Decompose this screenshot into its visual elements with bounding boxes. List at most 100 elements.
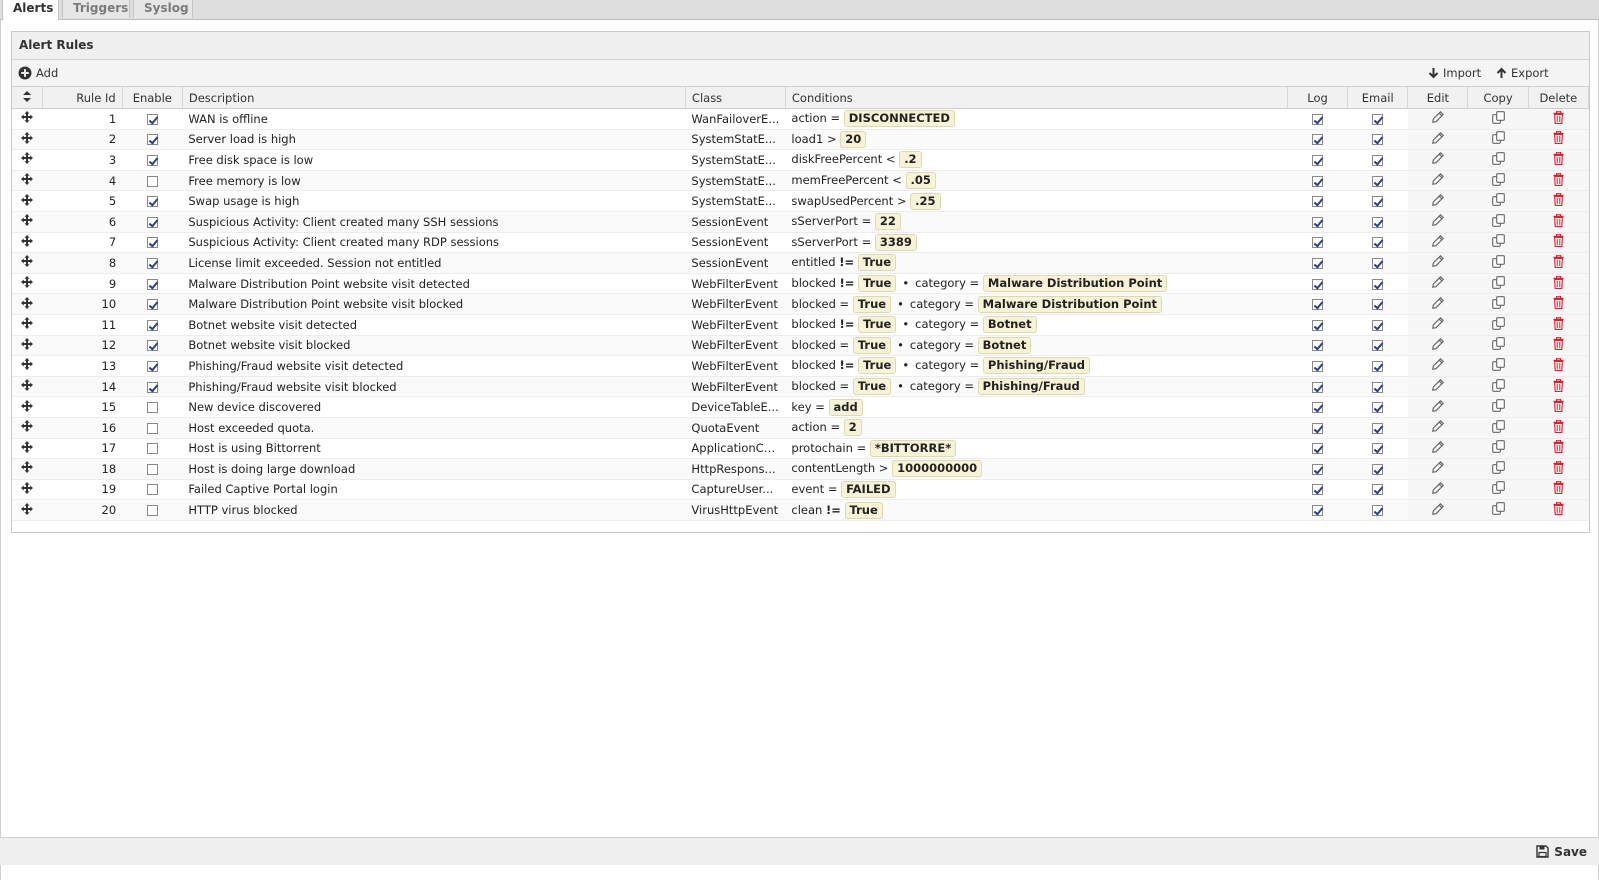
- log-checkbox[interactable]: [1312, 402, 1324, 414]
- pencil-icon[interactable]: [1431, 275, 1444, 291]
- enable-checkbox[interactable]: [146, 113, 158, 125]
- trash-icon[interactable]: [1553, 275, 1564, 292]
- drag-handle[interactable]: [12, 108, 43, 130]
- enable-checkbox[interactable]: [146, 422, 158, 434]
- table-row[interactable]: 13 Phishing/Fraud website visit detected W…: [12, 355, 1589, 377]
- email-checkbox[interactable]: [1372, 154, 1384, 166]
- table-row[interactable]: 20 HTTP virus blocked VirusHttpEvent clean …: [12, 499, 1589, 521]
- pencil-icon[interactable]: [1431, 131, 1444, 147]
- enable-checkbox[interactable]: [146, 505, 158, 517]
- trash-icon[interactable]: [1553, 378, 1564, 395]
- trash-icon[interactable]: [1553, 131, 1564, 147]
- trash-icon[interactable]: [1553, 110, 1564, 127]
- email-checkbox[interactable]: [1372, 299, 1384, 311]
- trash-icon[interactable]: [1553, 192, 1564, 209]
- email-checkbox[interactable]: [1372, 278, 1384, 290]
- column-header-rule-id[interactable]: Rule Id: [42, 87, 123, 109]
- trash-icon[interactable]: [1553, 481, 1564, 497]
- trash-icon[interactable]: [1553, 357, 1564, 374]
- email-checkbox[interactable]: [1372, 237, 1384, 249]
- drag-handle[interactable]: [12, 499, 43, 521]
- email-checkbox[interactable]: [1372, 134, 1384, 146]
- pencil-icon[interactable]: [1431, 296, 1444, 312]
- copy-icon[interactable]: [1491, 172, 1505, 189]
- table-row[interactable]: 14 Phishing/Fraud website visit blocked We…: [12, 376, 1589, 398]
- copy-icon[interactable]: [1491, 110, 1505, 127]
- enable-checkbox[interactable]: [146, 134, 158, 146]
- drag-handle[interactable]: [12, 211, 43, 233]
- pencil-icon[interactable]: [1431, 461, 1444, 476]
- table-row[interactable]: 9 Malware Distribution Point website visi…: [12, 273, 1589, 295]
- enable-checkbox[interactable]: [146, 257, 158, 269]
- table-row[interactable]: 16 Host exceeded quota. QuotaEvent action =…: [12, 417, 1589, 439]
- email-checkbox[interactable]: [1372, 360, 1384, 372]
- table-row[interactable]: 17 Host is using Bittorrent ApplicationCo.…: [12, 438, 1589, 460]
- column-header-conditions[interactable]: Conditions: [785, 87, 1288, 109]
- copy-icon[interactable]: [1491, 378, 1505, 395]
- log-checkbox[interactable]: [1312, 237, 1324, 249]
- enable-checkbox[interactable]: [146, 443, 158, 455]
- pencil-icon[interactable]: [1431, 317, 1444, 332]
- trash-icon[interactable]: [1553, 316, 1564, 333]
- trash-icon[interactable]: [1553, 440, 1564, 456]
- copy-icon[interactable]: [1491, 358, 1505, 374]
- log-checkbox[interactable]: [1312, 134, 1324, 146]
- pencil-icon[interactable]: [1431, 111, 1444, 126]
- copy-icon[interactable]: [1491, 502, 1505, 518]
- enable-checkbox[interactable]: [146, 381, 158, 393]
- enable-checkbox[interactable]: [146, 360, 158, 372]
- trash-icon[interactable]: [1553, 234, 1564, 250]
- email-checkbox[interactable]: [1372, 216, 1384, 228]
- email-checkbox[interactable]: [1372, 381, 1384, 393]
- email-checkbox[interactable]: [1372, 113, 1384, 125]
- pencil-icon[interactable]: [1431, 358, 1444, 373]
- email-checkbox[interactable]: [1372, 463, 1384, 475]
- copy-icon[interactable]: [1491, 255, 1505, 271]
- enable-checkbox[interactable]: [146, 340, 158, 352]
- pencil-icon[interactable]: [1431, 234, 1444, 250]
- pencil-icon[interactable]: [1431, 337, 1444, 353]
- trash-icon[interactable]: [1553, 172, 1564, 189]
- trash-icon[interactable]: [1553, 213, 1564, 230]
- column-header-class[interactable]: Class: [685, 87, 786, 109]
- table-row[interactable]: 12 Botnet website visit blocked WebFilterE…: [12, 335, 1589, 357]
- drag-handle[interactable]: [12, 458, 43, 480]
- log-checkbox[interactable]: [1312, 216, 1324, 228]
- email-checkbox[interactable]: [1372, 257, 1384, 269]
- pencil-icon[interactable]: [1431, 378, 1444, 394]
- table-row[interactable]: 7 Suspicious Activity: Client created man…: [12, 232, 1589, 254]
- copy-icon[interactable]: [1491, 152, 1505, 168]
- drag-handle[interactable]: [12, 479, 43, 501]
- enable-checkbox[interactable]: [146, 216, 158, 228]
- drag-handle[interactable]: [12, 314, 43, 336]
- log-checkbox[interactable]: [1312, 381, 1324, 393]
- drag-handle[interactable]: [12, 335, 43, 357]
- column-header-email[interactable]: Email: [1347, 87, 1409, 109]
- log-checkbox[interactable]: [1312, 196, 1324, 208]
- email-checkbox[interactable]: [1372, 443, 1384, 455]
- export-button[interactable]: Export: [1496, 60, 1549, 86]
- copy-icon[interactable]: [1491, 419, 1505, 436]
- log-checkbox[interactable]: [1312, 340, 1324, 352]
- enable-checkbox[interactable]: [146, 237, 158, 249]
- log-checkbox[interactable]: [1312, 484, 1324, 496]
- pencil-icon[interactable]: [1431, 152, 1444, 167]
- log-checkbox[interactable]: [1312, 505, 1324, 517]
- pencil-icon[interactable]: [1431, 255, 1444, 270]
- email-checkbox[interactable]: [1372, 402, 1384, 414]
- enable-checkbox[interactable]: [146, 175, 158, 187]
- pencil-icon[interactable]: [1431, 440, 1444, 456]
- copy-icon[interactable]: [1491, 337, 1505, 353]
- copy-icon[interactable]: [1491, 399, 1505, 415]
- copy-icon[interactable]: [1491, 213, 1505, 230]
- copy-icon[interactable]: [1491, 193, 1505, 209]
- enable-checkbox[interactable]: [146, 278, 158, 290]
- enable-checkbox[interactable]: [146, 196, 158, 208]
- trash-icon[interactable]: [1553, 151, 1564, 168]
- reorder-column-header[interactable]: [12, 87, 44, 109]
- trash-icon[interactable]: [1553, 460, 1564, 477]
- table-row[interactable]: 15 New device discovered DeviceTableE... ke…: [12, 396, 1589, 418]
- save-button[interactable]: Save: [1536, 838, 1587, 865]
- enable-checkbox[interactable]: [146, 463, 158, 475]
- log-checkbox[interactable]: [1312, 299, 1324, 311]
